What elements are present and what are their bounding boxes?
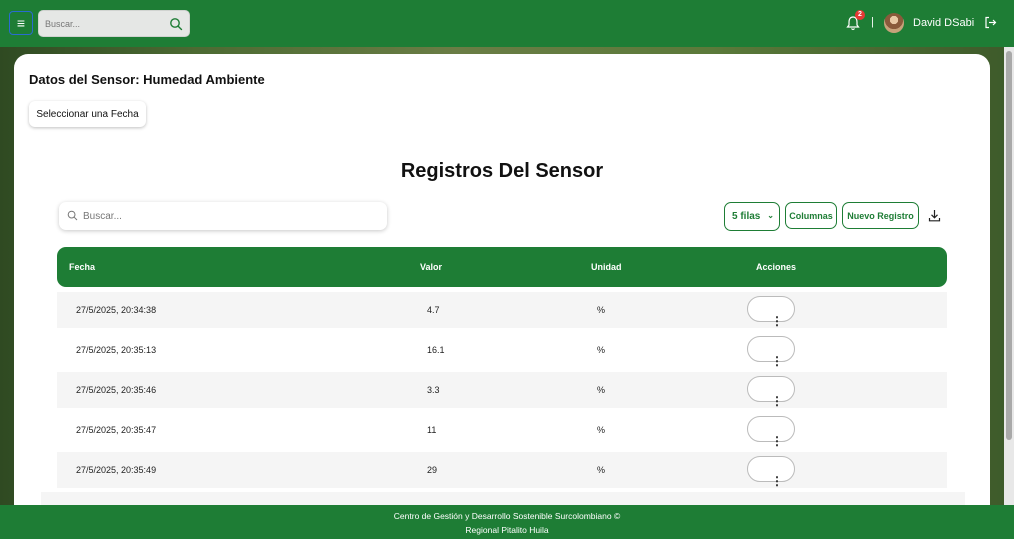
header-unidad[interactable]: Unidad (591, 262, 622, 272)
sensor-data-card: Datos del Sensor: Humedad Ambiente Selec… (14, 54, 990, 506)
search-icon[interactable] (169, 17, 183, 31)
top-search-box (38, 10, 190, 37)
cell-unidad: % (597, 385, 606, 395)
avatar[interactable] (884, 13, 904, 33)
download-icon[interactable] (928, 209, 941, 222)
columns-button[interactable]: Columnas (785, 202, 837, 229)
cell-fecha: 27/5/2025, 20:35:46 (76, 385, 157, 395)
table-row: 27/5/2025, 20:34:38 4.7 % ⋮ (57, 292, 947, 328)
cell-unidad: % (597, 305, 606, 315)
more-vertical-icon: ⋮ (771, 314, 783, 328)
row-actions-button[interactable]: ⋮ (747, 376, 795, 408)
header-valor[interactable]: Valor (420, 262, 442, 272)
rows-per-page-label: 5 filas (732, 211, 761, 222)
more-vertical-icon: ⋮ (771, 434, 783, 448)
header-fecha[interactable]: Fecha (69, 262, 95, 272)
pagination-strip (41, 492, 965, 506)
row-actions-button[interactable]: ⋮ (747, 336, 795, 368)
table-row: 27/5/2025, 20:35:13 16.1 % ⋮ (57, 332, 947, 368)
more-vertical-icon: ⋮ (771, 474, 783, 488)
footer-region: Regional Pitalito Huila (465, 525, 549, 535)
row-actions-button[interactable]: ⋮ (747, 296, 795, 328)
top-navbar: ≡ 2 | David DSabi (0, 0, 1014, 47)
table-row: 27/5/2025, 20:35:46 3.3 % ⋮ (57, 372, 947, 408)
separator: | (871, 16, 874, 28)
page-title: Datos del Sensor: Humedad Ambiente (29, 72, 265, 87)
new-record-button[interactable]: Nuevo Registro (842, 202, 919, 229)
table-row: 27/5/2025, 20:35:47 11 % ⋮ (57, 412, 947, 448)
cell-valor: 29 (427, 465, 438, 475)
cell-fecha: 27/5/2025, 20:35:47 (76, 425, 157, 435)
select-date-button[interactable]: Seleccionar una Fecha (29, 101, 146, 127)
hamburger-icon: ≡ (16, 15, 26, 31)
footer-org-name: Centro de Gestión y Desarrollo Sostenibl… (393, 511, 621, 521)
more-vertical-icon: ⋮ (771, 394, 783, 408)
logout-icon[interactable] (984, 16, 997, 29)
table-header: Fecha Valor Unidad Acciones (57, 247, 947, 287)
user-name[interactable]: David DSabi (913, 17, 974, 29)
table-row: 27/5/2025, 20:35:49 29 % ⋮ (57, 452, 947, 488)
hamburger-menu-button[interactable]: ≡ (9, 11, 33, 35)
search-icon (67, 210, 78, 221)
cell-fecha: 27/5/2025, 20:34:38 (76, 305, 157, 315)
cell-fecha: 27/5/2025, 20:35:13 (76, 345, 157, 355)
header-acciones: Acciones (756, 262, 797, 272)
cell-valor: 4.7 (427, 305, 440, 315)
cell-valor: 3.3 (427, 385, 440, 395)
row-actions-button[interactable]: ⋮ (747, 416, 795, 448)
table-search-input[interactable] (83, 207, 373, 225)
top-search-input[interactable] (45, 15, 165, 33)
scrollbar-thumb[interactable] (1006, 51, 1012, 440)
table-search-box (59, 202, 387, 230)
table-title: Registros Del Sensor (400, 160, 604, 182)
more-vertical-icon: ⋮ (771, 354, 783, 368)
footer: Centro de Gestión y Desarrollo Sostenibl… (0, 505, 1014, 539)
rows-per-page-select[interactable]: 5 filas ⌄ (724, 202, 780, 231)
notification-badge: 2 (855, 10, 865, 20)
cell-unidad: % (597, 425, 606, 435)
cell-fecha: 27/5/2025, 20:35:49 (76, 465, 157, 475)
cell-valor: 11 (427, 425, 437, 435)
page-scrollbar[interactable] (1004, 47, 1014, 505)
chevron-down-icon: ⌄ (767, 211, 774, 220)
cell-valor: 16.1 (427, 345, 445, 355)
cell-unidad: % (597, 465, 606, 475)
cell-unidad: % (597, 345, 606, 355)
row-actions-button[interactable]: ⋮ (747, 456, 795, 488)
